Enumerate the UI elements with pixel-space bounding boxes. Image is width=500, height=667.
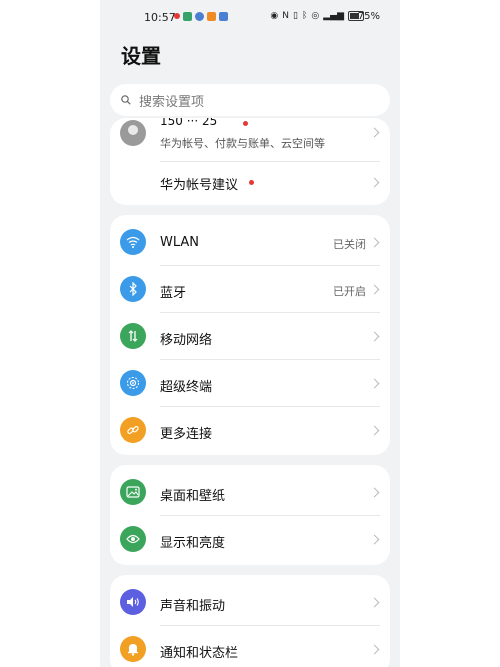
signal-icon: ▂▄▆ bbox=[323, 11, 344, 21]
search-placeholder: 搜索设置项 bbox=[139, 94, 205, 110]
eye-icon bbox=[120, 526, 146, 552]
account-subtitle: 华为帐号、付款与账单、云空间等 bbox=[160, 137, 325, 150]
wlan-status: 已关闭 bbox=[333, 238, 366, 251]
wifi-icon bbox=[120, 229, 146, 255]
vibrate-icon: ▯ bbox=[293, 11, 298, 21]
chevron-right-icon bbox=[369, 284, 380, 295]
eye-comfort-icon: ◉ bbox=[270, 11, 279, 21]
chevron-right-icon bbox=[369, 127, 380, 138]
notification-app-icon bbox=[219, 12, 228, 21]
display-card: 桌面和壁纸 显示和亮度 bbox=[110, 465, 390, 565]
sound-vibration-row[interactable]: 声音和振动 bbox=[110, 579, 390, 625]
account-suggestion-label: 华为帐号建议 bbox=[160, 178, 239, 193]
system-icons: ◉ N ▯ ᛒ ◎ ▂▄▆ bbox=[270, 11, 364, 21]
mobile-network-icon bbox=[120, 323, 146, 349]
avatar bbox=[120, 120, 146, 146]
bluetooth-row[interactable]: 蓝牙 已开启 bbox=[110, 266, 390, 312]
chevron-right-icon bbox=[369, 425, 380, 436]
chevron-right-icon bbox=[369, 534, 380, 545]
more-connections-row[interactable]: 更多连接 bbox=[110, 407, 390, 453]
link-icon bbox=[120, 417, 146, 443]
notification-app-icon bbox=[195, 12, 204, 21]
settings-screen: 10:57 ◉ N ▯ ᛒ ◎ ▂▄▆ 75% 设置 搜索设置项 150 ···… bbox=[100, 0, 400, 667]
hotspot-icon: ◎ bbox=[311, 11, 320, 21]
search-icon bbox=[121, 95, 131, 105]
connectivity-card: WLAN 已关闭 蓝牙 已开启 移动网络 超级终端 更多连接 bbox=[110, 215, 390, 455]
wechat-icon bbox=[183, 12, 192, 21]
account-name: 150 ··· 25 bbox=[160, 118, 218, 128]
wallpaper-icon bbox=[120, 479, 146, 505]
notifications-row[interactable]: 通知和状态栏 bbox=[110, 626, 390, 667]
suggestion-red-dot bbox=[249, 180, 254, 185]
chevron-right-icon bbox=[369, 177, 380, 188]
page-title: 设置 bbox=[121, 44, 161, 68]
chevron-right-icon bbox=[369, 597, 380, 608]
mobile-network-row[interactable]: 移动网络 bbox=[110, 313, 390, 359]
account-card: 150 ··· 25 华为帐号、付款与账单、云空间等 华为帐号建议 bbox=[110, 118, 390, 205]
speaker-icon bbox=[120, 589, 146, 615]
wlan-label: WLAN bbox=[160, 235, 200, 250]
notifications-label: 通知和状态栏 bbox=[160, 646, 239, 661]
status-bar: 10:57 ◉ N ▯ ᛒ ◎ ▂▄▆ 75% bbox=[100, 8, 400, 28]
bluetooth-icon bbox=[120, 276, 146, 302]
chevron-right-icon bbox=[369, 644, 380, 655]
account-suggestion-row[interactable]: 华为帐号建议 bbox=[110, 162, 390, 202]
bluetooth-status-icon: ᛒ bbox=[301, 11, 308, 21]
chevron-right-icon bbox=[369, 378, 380, 389]
wlan-row[interactable]: WLAN 已关闭 bbox=[110, 219, 390, 265]
more-connections-label: 更多连接 bbox=[160, 427, 213, 442]
wallpaper-row[interactable]: 桌面和壁纸 bbox=[110, 469, 390, 515]
chevron-right-icon bbox=[369, 331, 380, 342]
mobile-network-label: 移动网络 bbox=[160, 333, 213, 348]
super-device-icon bbox=[120, 370, 146, 396]
search-bar[interactable]: 搜索设置项 bbox=[110, 84, 390, 116]
chevron-right-icon bbox=[369, 487, 380, 498]
bluetooth-status: 已开启 bbox=[333, 285, 366, 298]
account-red-dot bbox=[243, 121, 248, 126]
super-device-row[interactable]: 超级终端 bbox=[110, 360, 390, 406]
bell-icon bbox=[120, 636, 146, 662]
sound-vibration-label: 声音和振动 bbox=[160, 599, 226, 614]
notification-app-icon bbox=[207, 12, 216, 21]
wallpaper-label: 桌面和壁纸 bbox=[160, 489, 226, 504]
status-time: 10:57 bbox=[144, 11, 176, 24]
super-device-label: 超级终端 bbox=[160, 380, 213, 395]
notification-app-icon bbox=[174, 13, 180, 19]
nfc-icon: N bbox=[282, 11, 290, 21]
display-brightness-row[interactable]: 显示和亮度 bbox=[110, 516, 390, 562]
sound-card: 声音和振动 通知和状态栏 bbox=[110, 575, 390, 667]
display-brightness-label: 显示和亮度 bbox=[160, 536, 226, 551]
chevron-right-icon bbox=[369, 237, 380, 248]
battery-percentage: 75% bbox=[357, 11, 380, 22]
notification-icons bbox=[174, 12, 228, 21]
bluetooth-label: 蓝牙 bbox=[160, 286, 187, 301]
account-row[interactable]: 150 ··· 25 华为帐号、付款与账单、云空间等 bbox=[110, 118, 390, 160]
